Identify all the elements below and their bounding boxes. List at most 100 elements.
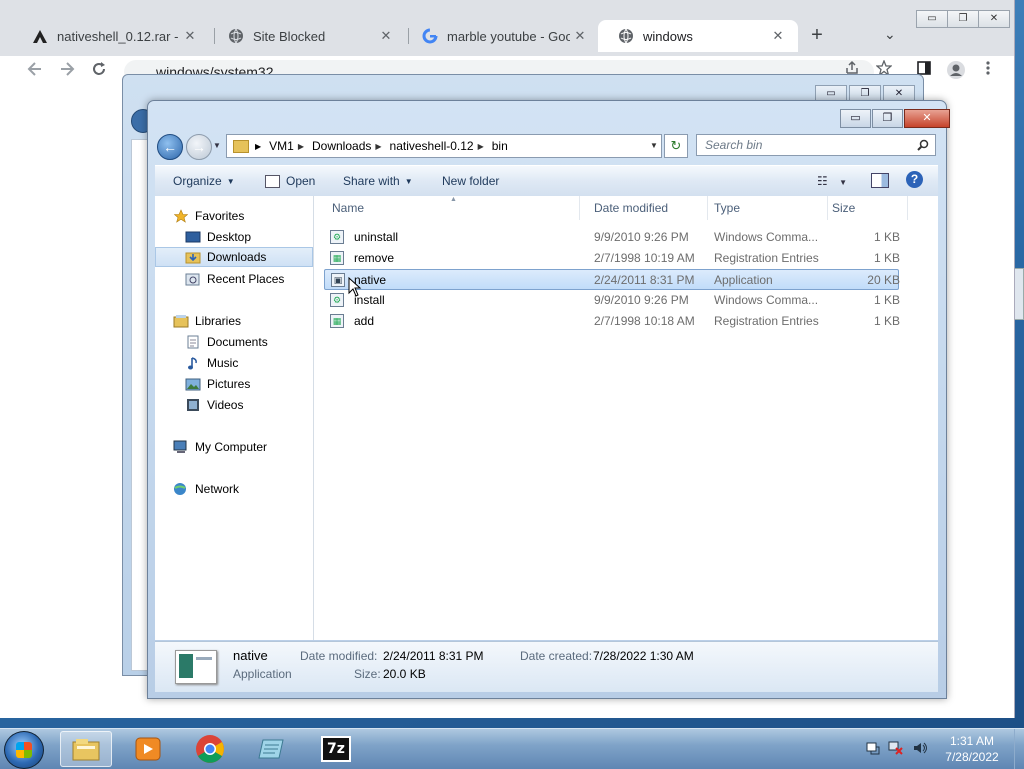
details-date-modified-label: Date modified:: [300, 649, 378, 663]
tab-windows[interactable]: windows ✕: [598, 20, 798, 52]
tab-title: nativeshell_0.12.rar - An: [57, 28, 180, 44]
nav-documents[interactable]: Documents: [155, 332, 313, 352]
recent-places-icon: [185, 272, 201, 286]
start-button[interactable]: [4, 731, 44, 769]
close-icon[interactable]: ✕: [376, 28, 396, 44]
nav-desktop[interactable]: Desktop: [155, 227, 313, 247]
close-icon[interactable]: ✕: [768, 28, 788, 44]
file-row-add[interactable]: ▦ add 2/7/1998 10:18 AM Registration Ent…: [324, 311, 900, 332]
minimize-button[interactable]: ▭: [916, 10, 948, 28]
preview-pane-icon[interactable]: [871, 173, 889, 188]
breadcrumb-bin[interactable]: bin: [492, 139, 508, 153]
close-icon[interactable]: ✕: [570, 28, 590, 44]
nav-favorites[interactable]: Favorites: [155, 206, 313, 226]
nav-videos[interactable]: Videos: [155, 395, 313, 415]
maximize-button[interactable]: ❐: [872, 109, 903, 128]
search-icon[interactable]: [917, 137, 929, 157]
nav-network[interactable]: Network: [155, 479, 313, 499]
open-icon: [265, 174, 280, 188]
command-bar: Organize ▼ Open Share with ▼ New folder ☷ …: [155, 165, 938, 197]
breadcrumb-label: nativeshell-0.12: [389, 139, 474, 153]
tab-title: windows: [643, 28, 693, 44]
action-center-icon[interactable]: [866, 741, 880, 758]
7zip-label: 7z: [327, 741, 345, 757]
system-clock[interactable]: 1:31 AM 7/28/2022: [936, 733, 1008, 765]
application-icon: ▣: [331, 273, 345, 287]
file-row-uninstall[interactable]: ⚙ uninstall 9/9/2010 9:26 PM Windows Com…: [324, 227, 900, 248]
new-folder-button[interactable]: New folder: [442, 174, 499, 188]
nav-label: Videos: [207, 398, 244, 412]
more-menu-icon[interactable]: [984, 60, 992, 81]
star-icon: [173, 209, 189, 223]
breadcrumb-label: bin: [491, 139, 508, 153]
refresh-icon[interactable]: ↻: [664, 134, 688, 158]
details-date-modified: 2/24/2011 8:31 PM: [383, 649, 484, 663]
column-date-modified[interactable]: Date modified: [588, 196, 708, 220]
file-row-install[interactable]: ⚙ install 9/9/2010 9:26 PM Windows Comma…: [324, 290, 900, 311]
details-date-created: 7/28/2022 1:30 AM: [593, 649, 694, 663]
show-desktop-button[interactable]: [1014, 729, 1024, 769]
back-arrow-icon[interactable]: ←: [157, 134, 183, 160]
libraries-icon: [173, 314, 189, 328]
column-name[interactable]: Name: [314, 196, 580, 220]
view-options-icon[interactable]: ☷ ▼: [817, 174, 847, 188]
globe-icon: [618, 28, 634, 44]
explorer-icon: [72, 739, 100, 761]
tab-search-chevron-icon[interactable]: ⌄: [884, 26, 896, 43]
nav-label: Music: [207, 356, 239, 370]
network-disconnected-icon[interactable]: [888, 741, 904, 758]
file-row-native[interactable]: ▣ native 2/24/2011 8:31 PM Application 2…: [324, 269, 900, 290]
recent-pages-chevron-icon[interactable]: ▼: [213, 141, 221, 150]
close-icon[interactable]: ✕: [180, 28, 200, 44]
profile-avatar-icon[interactable]: [946, 60, 966, 85]
chrome-tab-strip: nativeshell_0.12.rar - An ✕ Site Blocked…: [0, 0, 1014, 56]
nav-recent-places[interactable]: Recent Places: [155, 269, 313, 289]
breadcrumb-nativeshell[interactable]: nativeshell-0.12 ▶: [390, 139, 492, 153]
file-name: uninstall: [354, 230, 399, 244]
file-row-remove[interactable]: ▦ remove 2/7/1998 10:19 AM Registration …: [324, 248, 900, 269]
details-date-created-label: Date created:: [520, 649, 593, 663]
taskbar-explorer[interactable]: [60, 731, 112, 767]
tab-title: marble youtube - Googl: [447, 28, 570, 44]
breadcrumb-vm1[interactable]: VM1 ▶: [269, 139, 312, 153]
column-size[interactable]: Size: [828, 196, 908, 220]
organize-button[interactable]: Organize ▼: [173, 174, 235, 188]
nav-libraries[interactable]: Libraries: [155, 311, 313, 331]
nav-pictures[interactable]: Pictures: [155, 374, 313, 394]
tab-marble-youtube[interactable]: marble youtube - Googl ✕: [402, 20, 600, 52]
share-with-button[interactable]: Share with ▼: [343, 174, 413, 188]
explorer-window: ▭ ❐ ✕ ← → ▼ ▶ VM1 ▶ Downloads ▶ nativeshel…: [147, 100, 950, 699]
nav-music[interactable]: Music: [155, 353, 313, 373]
close-button[interactable]: ✕: [978, 10, 1010, 28]
maximize-button[interactable]: ❐: [947, 10, 979, 28]
taskbar-media-player[interactable]: [122, 731, 174, 767]
file-type: Registration Entries: [714, 314, 819, 328]
windows-logo-icon: [16, 742, 32, 758]
help-icon[interactable]: ?: [906, 171, 923, 188]
close-button[interactable]: ✕: [904, 109, 950, 128]
taskbar-notepad[interactable]: [246, 731, 298, 767]
open-button[interactable]: Open: [265, 174, 315, 188]
taskbar-7zip[interactable]: 7z: [310, 731, 362, 767]
reload-icon[interactable]: [90, 60, 108, 83]
taskbar-chrome[interactable]: [184, 731, 236, 767]
tab-site-blocked[interactable]: Site Blocked ✕: [208, 20, 406, 52]
back-arrow-icon[interactable]: [26, 60, 44, 83]
breadcrumb-downloads[interactable]: Downloads ▶: [312, 139, 390, 153]
media-player-icon: [135, 737, 161, 761]
forward-arrow-icon[interactable]: [58, 60, 76, 83]
search-input[interactable]: Search bin: [696, 134, 936, 156]
tab-nativeshell-rar[interactable]: nativeshell_0.12.rar - An ✕: [12, 20, 210, 52]
nav-my-computer[interactable]: My Computer: [155, 437, 313, 457]
details-size: 20.0 KB: [383, 667, 426, 681]
volume-icon[interactable]: [912, 741, 928, 758]
nav-downloads[interactable]: Downloads: [155, 247, 313, 267]
address-bar[interactable]: ▶ VM1 ▶ Downloads ▶ nativeshell-0.12 ▶ bin: [226, 134, 662, 158]
minimize-button[interactable]: ▭: [840, 109, 871, 128]
address-dropdown-chevron-icon[interactable]: ▼: [650, 141, 658, 150]
column-type[interactable]: Type: [708, 196, 828, 220]
new-tab-button[interactable]: +: [806, 24, 828, 47]
file-date: 2/7/1998 10:18 AM: [594, 314, 695, 328]
chevron-down-icon: ▼: [404, 176, 413, 186]
forward-arrow-icon[interactable]: →: [186, 134, 212, 160]
